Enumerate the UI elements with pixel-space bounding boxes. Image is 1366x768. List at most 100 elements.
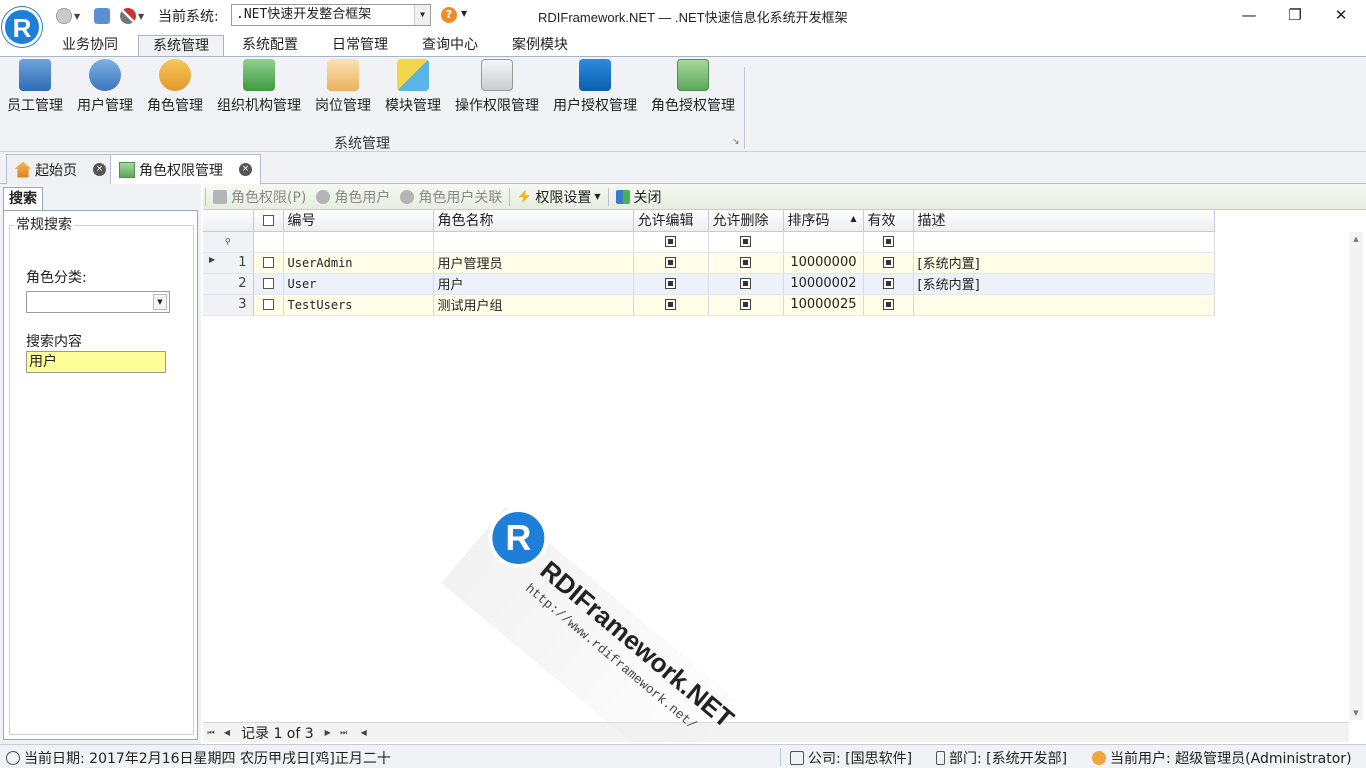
qa-new-button[interactable]: ▼	[56, 6, 80, 26]
cell-allow-delete[interactable]	[708, 273, 784, 295]
ribbon-launcher-icon[interactable]: ↘	[732, 137, 740, 147]
cell-allow-delete[interactable]	[708, 294, 784, 316]
prev-record-icon[interactable]: ◀	[219, 728, 235, 737]
restore-button[interactable]: ❐	[1272, 4, 1318, 26]
table-row[interactable]: 2 User 用户 10000002 [系统内置]	[203, 273, 1215, 295]
cell-sort[interactable]: 10000000	[783, 252, 864, 274]
close-icon[interactable]: ×	[239, 163, 252, 176]
role-permission-button[interactable]: 角色权限(P)	[208, 186, 311, 208]
qa-users-button[interactable]	[94, 6, 110, 26]
col-header-allow-delete[interactable]: 允许删除	[708, 210, 784, 232]
ribbon-role-auth-button[interactable]: 角色授权管理	[650, 59, 736, 115]
current-system-select[interactable]: .NET快速开发整合框架 ▼	[231, 4, 431, 26]
scroll-left-icon[interactable]: ◀	[356, 728, 372, 737]
ribbon-operation-permission-button[interactable]: 操作权限管理	[454, 59, 540, 115]
role-users-button[interactable]: 角色用户	[311, 186, 395, 208]
allow-edit-checkbox[interactable]	[665, 278, 676, 289]
cell-code[interactable]: TestUsers	[283, 294, 434, 316]
filter-checkbox[interactable]	[882, 236, 894, 247]
menu-tab-system-management[interactable]: 系统管理	[138, 35, 224, 57]
chevron-down-icon[interactable]: ▼	[153, 294, 167, 310]
ribbon-post-button[interactable]: 岗位管理	[314, 59, 372, 115]
table-row[interactable]: ▶ 1 UserAdmin 用户管理员 10000000 [系统内置]	[203, 252, 1215, 274]
app-logo-icon[interactable]: R	[2, 7, 42, 47]
filter-cell[interactable]	[783, 231, 864, 253]
scroll-up-icon[interactable]: ▲	[1349, 232, 1363, 246]
close-window-button[interactable]: ✕	[1318, 4, 1364, 26]
cell-allow-delete[interactable]	[708, 252, 784, 274]
enabled-checkbox[interactable]	[882, 299, 894, 310]
allow-edit-checkbox[interactable]	[665, 257, 676, 268]
allow-delete-checkbox[interactable]	[740, 257, 751, 268]
allow-edit-checkbox[interactable]	[665, 299, 676, 310]
cell-name[interactable]: 用户	[433, 273, 634, 295]
col-header-allow-edit[interactable]: 允许编辑	[633, 210, 709, 232]
qa-tools-button[interactable]: ▼	[120, 6, 144, 26]
ribbon-staff-button[interactable]: 员工管理	[6, 59, 64, 115]
role-category-select[interactable]: ▼	[26, 291, 170, 313]
help-icon[interactable]: ?	[441, 7, 457, 23]
allow-delete-checkbox[interactable]	[740, 278, 751, 289]
allow-delete-checkbox[interactable]	[740, 299, 751, 310]
filter-cell[interactable]	[913, 231, 1215, 253]
ribbon-role-button[interactable]: 角色管理	[146, 59, 204, 115]
row-checkbox[interactable]	[262, 299, 274, 310]
col-header-enabled[interactable]: 有效	[863, 210, 914, 232]
col-header-sort[interactable]: 排序码 ▲	[783, 210, 864, 232]
filter-cell[interactable]	[863, 231, 914, 253]
cell-name[interactable]: 测试用户组	[433, 294, 634, 316]
search-input[interactable]: 用户	[26, 351, 166, 373]
filter-checkbox[interactable]	[665, 236, 676, 247]
cell-enabled[interactable]	[863, 252, 914, 274]
filter-cell[interactable]	[283, 231, 434, 253]
cell-desc[interactable]: [系统内置]	[913, 273, 1215, 295]
close-icon[interactable]: ×	[93, 163, 106, 176]
next-record-icon[interactable]: ▶	[320, 728, 336, 737]
cell-sort[interactable]: 10000002	[783, 273, 864, 295]
minimize-button[interactable]: —	[1226, 4, 1272, 26]
col-header-name[interactable]: 角色名称	[433, 210, 634, 232]
col-header-desc[interactable]: 描述	[913, 210, 1215, 232]
cell-name[interactable]: 用户管理员	[433, 252, 634, 274]
select-all-checkbox-header[interactable]	[253, 210, 284, 232]
row-select-cell[interactable]	[253, 273, 284, 295]
cell-sort[interactable]: 10000025	[783, 294, 864, 316]
tab-role-permission[interactable]: 角色权限管理 ×	[110, 154, 261, 184]
row-checkbox[interactable]	[262, 257, 274, 268]
col-header-code[interactable]: 编号	[283, 210, 434, 232]
ribbon-module-button[interactable]: 模块管理	[384, 59, 442, 115]
vertical-scrollbar[interactable]: ▲ ▼	[1349, 232, 1363, 720]
row-select-cell[interactable]	[253, 294, 284, 316]
ribbon-user-auth-button[interactable]: 用户授权管理	[552, 59, 638, 115]
menu-tab-cases[interactable]: 案例模块	[498, 35, 582, 57]
first-record-icon[interactable]: ⏮	[203, 728, 219, 738]
filter-cell[interactable]	[433, 231, 634, 253]
chevron-down-icon[interactable]: ▼	[461, 9, 467, 18]
enabled-checkbox[interactable]	[882, 278, 894, 289]
cell-desc[interactable]: [系统内置]	[913, 252, 1215, 274]
menu-tab-daily[interactable]: 日常管理	[318, 35, 402, 57]
menu-tab-query[interactable]: 查询中心	[408, 35, 492, 57]
cell-enabled[interactable]	[863, 294, 914, 316]
row-select-cell[interactable]	[253, 252, 284, 274]
scroll-down-icon[interactable]: ▼	[1349, 706, 1363, 720]
close-button[interactable]: 关闭	[611, 186, 667, 208]
filter-cell[interactable]	[633, 231, 709, 253]
ribbon-user-button[interactable]: 用户管理	[76, 59, 134, 115]
role-user-link-button[interactable]: 角色用户关联	[395, 186, 507, 208]
cell-allow-edit[interactable]	[633, 294, 709, 316]
tab-home[interactable]: 起始页 ×	[6, 154, 115, 184]
last-record-icon[interactable]: ⏭	[336, 728, 352, 738]
cell-code[interactable]: UserAdmin	[283, 252, 434, 274]
menu-tab-business[interactable]: 业务协同	[48, 35, 132, 57]
row-checkbox[interactable]	[262, 278, 274, 289]
chevron-down-icon[interactable]: ▼	[414, 5, 430, 25]
filter-cell[interactable]	[253, 231, 284, 253]
select-all-checkbox[interactable]	[262, 214, 274, 226]
cell-allow-edit[interactable]	[633, 252, 709, 274]
search-tab[interactable]: 搜索	[3, 187, 43, 211]
cell-code[interactable]: User	[283, 273, 434, 295]
cell-enabled[interactable]	[863, 273, 914, 295]
filter-cell[interactable]	[708, 231, 784, 253]
table-row[interactable]: 3 TestUsers 测试用户组 10000025	[203, 294, 1215, 316]
